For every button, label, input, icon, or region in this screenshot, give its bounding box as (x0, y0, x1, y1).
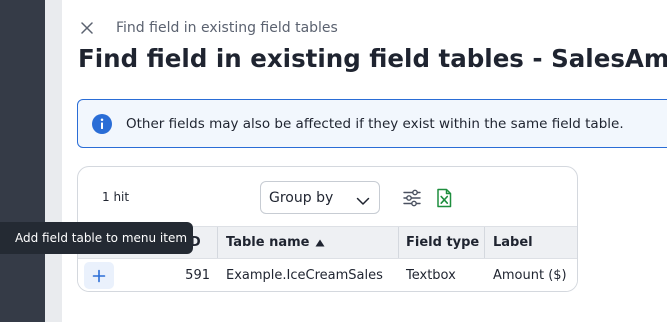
close-icon[interactable] (78, 19, 96, 37)
hit-count: 1 hit (102, 190, 130, 204)
sliders-icon[interactable] (402, 188, 422, 208)
cell-field-type: Textbox (406, 268, 456, 283)
side-panel: Find field in existing field tables Find… (62, 0, 667, 322)
table-row[interactable]: 591 Example.IceCreamSales Textbox Amount… (78, 259, 577, 291)
group-by-label: Group by (269, 189, 334, 206)
column-divider (398, 227, 399, 258)
panel-header: Find field in existing field tables (78, 18, 338, 38)
sort-ascending-icon (315, 239, 325, 247)
tooltip: Add field table to menu item (0, 222, 193, 254)
banner-message: Other fields may also be affected if the… (126, 116, 624, 132)
cell-label: Amount ($) (493, 268, 567, 283)
column-header-field-type[interactable]: Field type (406, 227, 479, 258)
add-field-table-button[interactable] (84, 262, 114, 289)
info-icon (92, 114, 112, 134)
column-header-label-col[interactable]: Label (493, 227, 533, 258)
excel-export-icon[interactable] (434, 188, 454, 208)
column-header-table-name[interactable]: Table name (226, 227, 325, 258)
cell-id: 591 (185, 268, 210, 283)
background-strip (45, 0, 62, 322)
page-title: Find field in existing field tables - Sa… (78, 44, 667, 73)
column-header-label: Table name (226, 235, 310, 250)
column-divider (484, 227, 485, 258)
chevron-down-icon (356, 192, 370, 205)
cell-table-name: Example.IceCreamSales (226, 268, 383, 283)
left-navigation-rail (0, 0, 45, 322)
group-by-select[interactable]: Group by (260, 181, 380, 214)
breadcrumb: Find field in existing field tables (116, 20, 338, 36)
column-divider (217, 227, 218, 258)
info-banner: Other fields may also be affected if the… (77, 99, 667, 148)
